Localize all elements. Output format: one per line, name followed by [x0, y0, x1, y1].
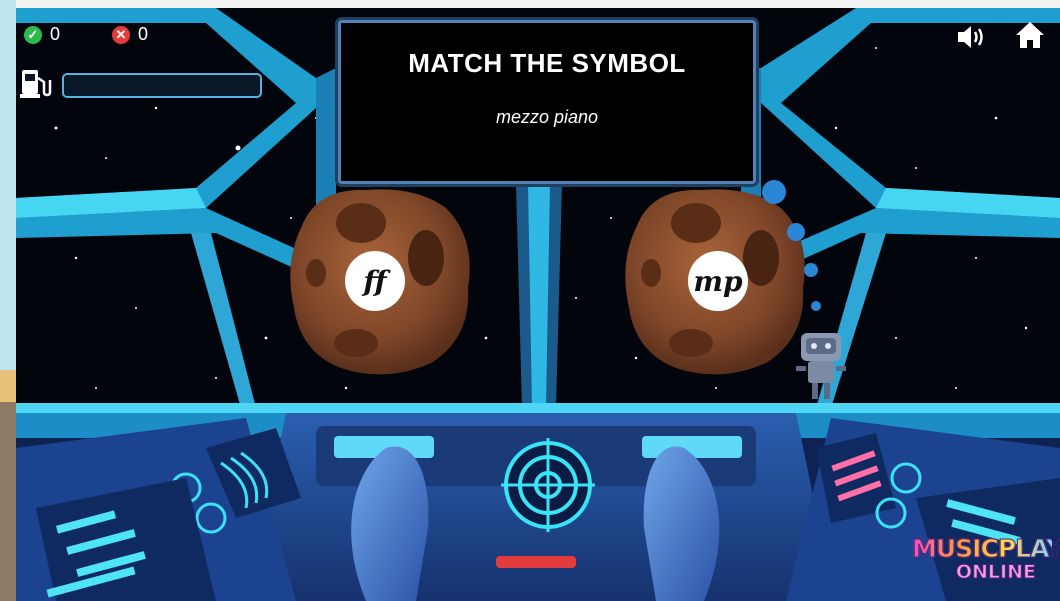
correct-counter: ✓ 0 [24, 24, 60, 45]
correct-count: 0 [50, 24, 61, 44]
page-band [0, 370, 16, 402]
prompt-screen: MATCH THE SYMBOL mezzo piano [338, 20, 756, 184]
speaker-icon[interactable] [956, 22, 988, 52]
wrong-counter: ✕ 0 [112, 24, 148, 45]
fuel-pump-icon [20, 70, 52, 98]
dynamic-symbol: mp [688, 251, 748, 311]
x-circle-icon: ✕ [112, 25, 130, 44]
answer-option-left[interactable]: ff [286, 188, 476, 368]
page-background-strip [0, 0, 16, 601]
musicplay-online-logo: MUSICPLAY ONLINE [912, 534, 1060, 595]
dynamic-symbol: ff [345, 251, 405, 311]
prompt-term: mezzo piano [495, 107, 599, 127]
game-viewport: ✓ 0 ✕ 0 MATCH THE SYMBOL mezzo piano ff … [16, 8, 1060, 601]
check-circle-icon: ✓ [24, 25, 42, 44]
prompt-title: MATCH THE SYMBOL [408, 48, 686, 78]
fuel-gauge [62, 73, 262, 98]
home-icon[interactable] [1014, 20, 1046, 50]
left-console-panel [16, 418, 301, 601]
logo-text-top: MUSICPLAY [912, 534, 1060, 563]
page-band [0, 402, 16, 601]
wrong-count: 0 [138, 24, 149, 44]
answer-option-right[interactable]: mp [621, 188, 811, 368]
logo-text-bottom: ONLINE [955, 561, 1036, 583]
center-pillar [516, 184, 562, 408]
